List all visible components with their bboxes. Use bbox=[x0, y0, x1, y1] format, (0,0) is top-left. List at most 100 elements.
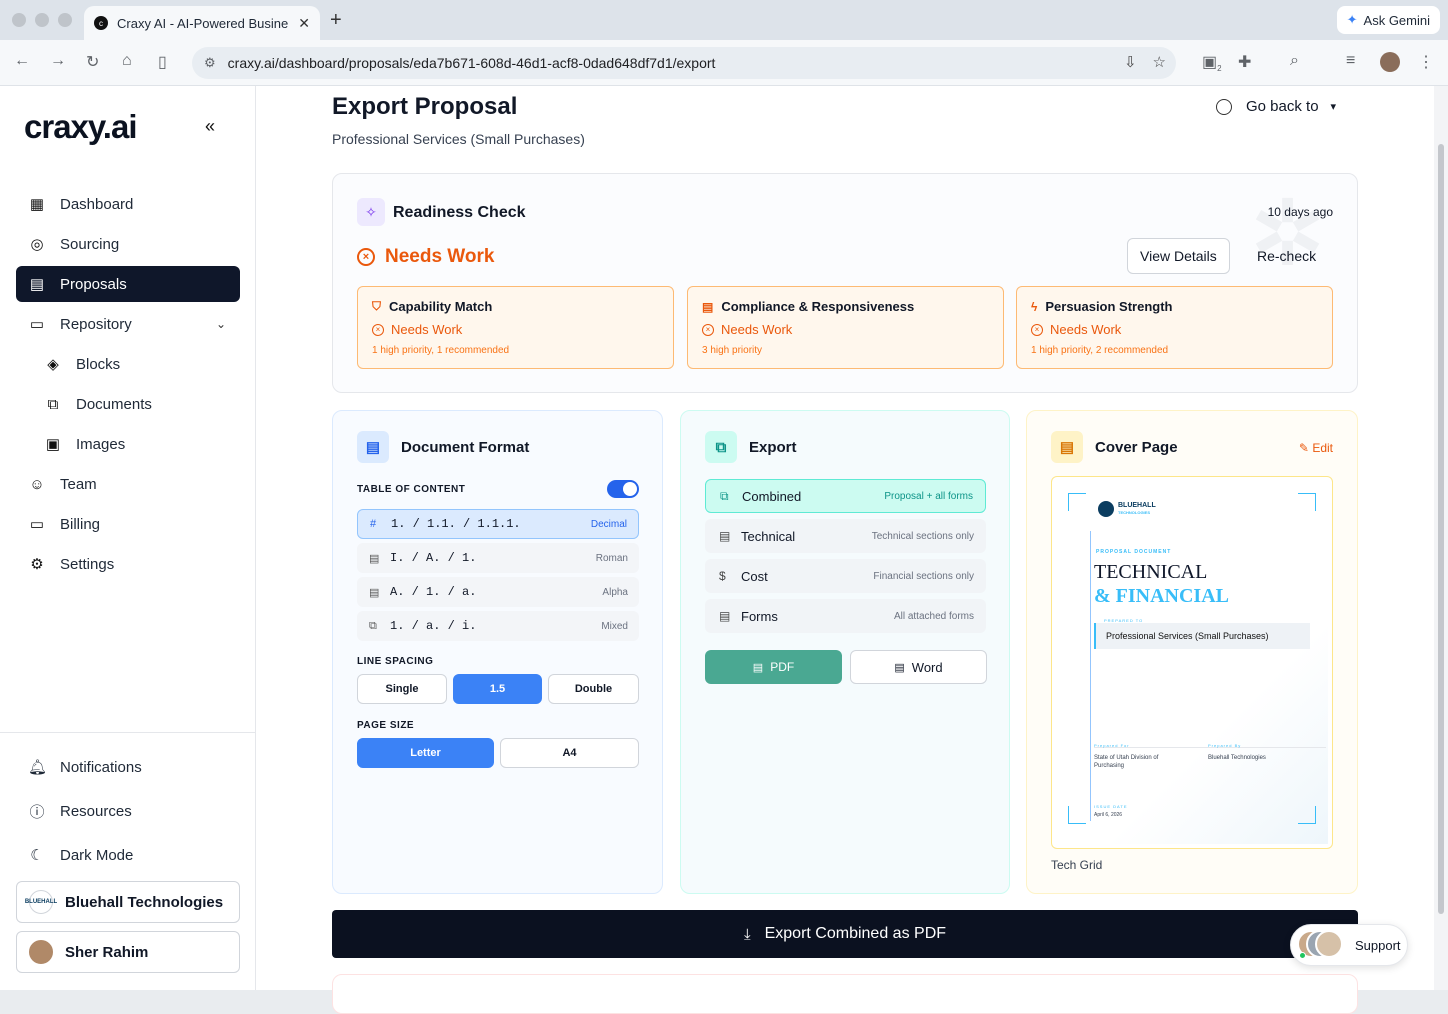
dark-mode-toggle[interactable]: ☾ Dark Mode bbox=[16, 837, 240, 873]
line-spacing-double[interactable]: Double bbox=[548, 674, 639, 704]
notifications-link[interactable]: 🔔︎ Notifications bbox=[16, 749, 240, 785]
close-tab-icon[interactable]: ✕ bbox=[298, 15, 310, 32]
file-icon: ▤ bbox=[894, 661, 905, 674]
export-combined-button[interactable]: ⤓ Export Combined as PDF bbox=[332, 910, 1358, 958]
sidebar-item-images[interactable]: ▣ Images bbox=[16, 426, 240, 462]
scrollbar-thumb[interactable] bbox=[1438, 144, 1444, 914]
file-text-icon: ▤ bbox=[719, 609, 731, 623]
toc-name: Alpha bbox=[602, 586, 628, 598]
page-size-letter[interactable]: Letter bbox=[357, 738, 494, 768]
prepared-for-label: Prepared For bbox=[1094, 743, 1130, 748]
word-format-button[interactable]: ▤ Word bbox=[850, 650, 987, 684]
sidebar-item-repository[interactable]: ▭ Repository ⌄ bbox=[16, 306, 240, 342]
new-tab-button[interactable]: + bbox=[330, 9, 342, 32]
craxy-logo[interactable]: craxy.ai bbox=[24, 108, 137, 146]
toc-option-roman[interactable]: ▤ I. / A. / 1. Roman bbox=[357, 543, 639, 573]
sidebar-item-blocks[interactable]: ◈ Blocks bbox=[16, 346, 240, 382]
option-desc: Technical sections only bbox=[871, 530, 974, 542]
organization-switcher[interactable]: BLUEHALL Bluehall Technologies bbox=[16, 881, 240, 923]
collapse-sidebar-icon[interactable]: « bbox=[205, 116, 215, 137]
scrollbar[interactable] bbox=[1434, 86, 1448, 990]
export-option-forms[interactable]: ▤ Forms All attached forms bbox=[705, 599, 986, 633]
sidebar-item-team[interactable]: ☺ Team bbox=[16, 466, 240, 502]
sidebar-item-proposals[interactable]: ▤ Proposals bbox=[16, 266, 240, 302]
browser-menu-icon[interactable]: ⋮ bbox=[1418, 52, 1434, 72]
support-widget[interactable]: Support bbox=[1290, 924, 1408, 966]
browser-tab[interactable]: c Craxy AI - AI-Powered Busine ✕ bbox=[84, 6, 320, 40]
sidebar-item-sourcing[interactable]: ◎ Sourcing bbox=[16, 226, 240, 262]
maximize-window-button[interactable] bbox=[58, 13, 72, 27]
compliance-card[interactable]: ▤ Compliance & Responsiveness × Needs Work… bbox=[687, 286, 1004, 369]
chevron-down-icon[interactable]: ⌄ bbox=[216, 317, 226, 331]
line-spacing-single[interactable]: Single bbox=[357, 674, 447, 704]
toc-option-mixed[interactable]: ⧉ 1. / a. / i. Mixed bbox=[357, 611, 639, 641]
sidebar-item-dashboard[interactable]: ▦ Dashboard bbox=[16, 186, 240, 222]
extensions-puzzle-icon[interactable]: ✚ bbox=[1238, 52, 1251, 72]
back-arrow-icon[interactable]: ← bbox=[14, 52, 30, 70]
line-spacing-1-5[interactable]: 1.5 bbox=[453, 674, 542, 704]
bookmark-star-icon[interactable]: ☆ bbox=[1153, 53, 1166, 71]
avatar bbox=[1315, 930, 1343, 958]
toc-toggle[interactable] bbox=[607, 480, 639, 498]
dashboard-icon: ▦ bbox=[29, 196, 45, 213]
page-size-a4[interactable]: A4 bbox=[500, 738, 639, 768]
pdf-format-button[interactable]: ▤ PDF bbox=[705, 650, 842, 684]
ask-gemini-button[interactable]: ✦ Ask Gemini bbox=[1336, 6, 1440, 34]
sidebar-item-billing[interactable]: ▭ Billing bbox=[16, 506, 240, 542]
go-back-dropdown[interactable]: Go back to ▾ bbox=[1216, 98, 1336, 115]
reload-icon[interactable]: ↻ bbox=[86, 52, 99, 72]
minimize-window-button[interactable] bbox=[35, 13, 49, 27]
install-app-icon[interactable]: ⇩ bbox=[1124, 53, 1137, 71]
edit-cover-button[interactable]: ✎ Edit bbox=[1299, 441, 1333, 455]
forward-arrow-icon[interactable]: → bbox=[50, 52, 66, 70]
toc-option-decimal[interactable]: #1. / 1.1. / 1.1.1. Decimal bbox=[357, 509, 639, 539]
file-icon: ▤ bbox=[369, 552, 380, 565]
shield-icon: ⛉ bbox=[372, 299, 382, 313]
corner-bracket bbox=[1298, 806, 1316, 824]
prepared-by-label: Prepared By bbox=[1208, 743, 1242, 748]
site-settings-icon[interactable]: ⚙ bbox=[204, 55, 216, 71]
export-option-combined[interactable]: ⧉ Combined Proposal + all forms bbox=[705, 479, 986, 513]
persuasion-strength-card[interactable]: ϟ Persuasion Strength × Needs Work 1 high … bbox=[1016, 286, 1333, 369]
extension-badge-icon[interactable]: ▣2 bbox=[1202, 52, 1222, 73]
card-title: Capability Match bbox=[389, 299, 493, 314]
view-details-button[interactable]: View Details bbox=[1127, 238, 1230, 274]
online-status-dot bbox=[1299, 952, 1306, 959]
sidebar-item-label: Team bbox=[60, 475, 97, 493]
cover-project-box: Professional Services (Small Purchases) bbox=[1094, 623, 1310, 649]
user-menu[interactable]: Sher Rahim bbox=[16, 931, 240, 973]
capability-match-card[interactable]: ⛉ Capability Match × Needs Work 1 high pri… bbox=[357, 286, 674, 369]
side-panel-icon[interactable]: ▯ bbox=[158, 52, 167, 72]
close-window-button[interactable] bbox=[12, 13, 26, 27]
edit-label: Edit bbox=[1312, 441, 1333, 455]
sidebar-item-label: Repository bbox=[60, 315, 132, 333]
sidebar-footer: 🔔︎ Notifications ⓘ Resources ☾ Dark Mode BL… bbox=[0, 732, 256, 981]
sidebar-item-label: Documents bbox=[76, 395, 152, 413]
toc-label: TABLE OF CONTENT bbox=[357, 484, 466, 495]
tab-search-icon[interactable]: ⌕ bbox=[1290, 52, 1299, 70]
toc-option-alpha[interactable]: ▤ A. / 1. / a. Alpha bbox=[357, 577, 639, 607]
option-desc: All attached forms bbox=[893, 610, 974, 622]
prepared-by-value: Bluehall Technologies bbox=[1208, 755, 1266, 761]
org-logo: BLUEHALL bbox=[25, 890, 57, 914]
export-option-cost[interactable]: $ Cost Financial sections only bbox=[705, 559, 986, 593]
address-bar[interactable]: ⚙ craxy.ai/dashboard/proposals/eda7b671-… bbox=[192, 47, 1176, 79]
go-back-label: Go back to bbox=[1246, 98, 1319, 115]
export-option-technical[interactable]: ▤ Technical Technical sections only bbox=[705, 519, 986, 553]
readiness-timestamp: 10 days ago bbox=[1267, 205, 1333, 219]
craxy-favicon-icon: c bbox=[94, 16, 108, 30]
cover-preview[interactable]: BLUEHALL TECHNOLOGIES PROPOSAL DOCUMENT T… bbox=[1051, 476, 1333, 849]
toc-pattern: A. / 1. / a. bbox=[390, 585, 477, 599]
sidebar-item-documents[interactable]: ⧉ Documents bbox=[16, 386, 240, 422]
recheck-button[interactable]: Re-check bbox=[1245, 238, 1328, 274]
sidebar-item-settings[interactable]: ⚙ Settings bbox=[16, 546, 240, 582]
profile-avatar[interactable] bbox=[1380, 52, 1400, 72]
page-subtitle: Professional Services (Small Purchases) bbox=[332, 131, 585, 147]
toc-name: Decimal bbox=[590, 518, 627, 530]
media-controls-icon[interactable]: ≡ bbox=[1346, 52, 1355, 70]
team-icon: ☺ bbox=[29, 475, 45, 493]
resources-link[interactable]: ⓘ Resources bbox=[16, 793, 240, 829]
home-icon[interactable]: ⌂ bbox=[122, 52, 132, 70]
image-icon: ▣ bbox=[45, 436, 61, 453]
toc-name: Roman bbox=[595, 552, 628, 564]
